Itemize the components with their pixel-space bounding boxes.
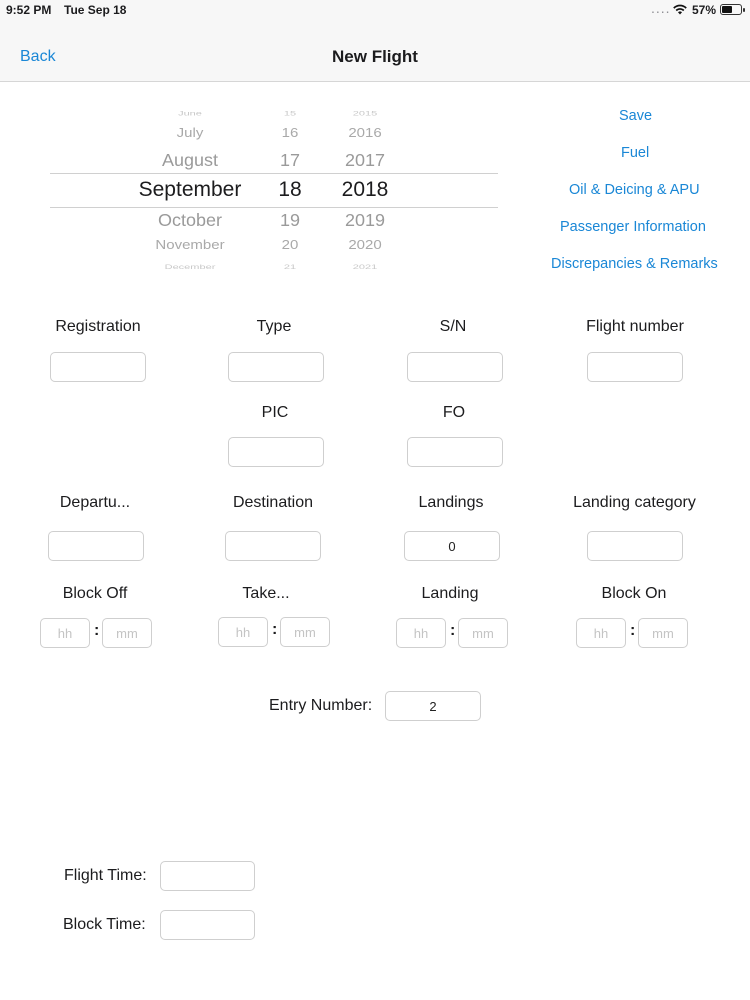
departure-label: Departu... bbox=[59, 494, 131, 511]
sn-field[interactable] bbox=[407, 352, 503, 382]
new-flight-screen: 9:52 PM Tue Sep 18 .... 57% Back New Fli… bbox=[0, 0, 750, 1000]
block-off-mm-field[interactable] bbox=[102, 618, 152, 648]
block-on-separator: : bbox=[630, 622, 636, 639]
takeoff-separator: : bbox=[272, 621, 278, 638]
picker-row[interactable]: August 17 2017 bbox=[50, 151, 500, 178]
pic-field[interactable] bbox=[228, 437, 324, 467]
picker-month: June bbox=[178, 110, 202, 117]
picker-year: 2017 bbox=[344, 150, 386, 170]
picker-month: November bbox=[155, 238, 225, 253]
picker-row[interactable]: December 21 2021 bbox=[50, 264, 500, 279]
destination-label: Destination bbox=[232, 494, 314, 511]
picker-selection-bottom-line bbox=[50, 207, 498, 208]
registration-field[interactable] bbox=[50, 352, 146, 382]
wifi-icon bbox=[673, 4, 687, 15]
flight-time-field[interactable] bbox=[160, 861, 255, 891]
block-off-hh-field[interactable] bbox=[40, 618, 90, 648]
status-date: Tue Sep 18 bbox=[64, 3, 127, 17]
block-off-separator: : bbox=[94, 622, 100, 639]
picker-day: 20 bbox=[281, 238, 299, 253]
status-bar: 9:52 PM Tue Sep 18 .... 57% bbox=[0, 0, 750, 20]
flight-number-label: Flight number bbox=[586, 318, 684, 335]
picker-month: July bbox=[176, 126, 204, 141]
status-time: 9:52 PM bbox=[6, 3, 52, 17]
takeoff-hh-field[interactable] bbox=[218, 617, 268, 647]
date-picker[interactable]: June 15 2015 July 16 2016 August 17 2017 Septembe… bbox=[50, 100, 500, 280]
fo-label: FO bbox=[442, 404, 466, 421]
block-on-mm-field[interactable] bbox=[638, 618, 688, 648]
block-off-label: Block Off bbox=[62, 585, 128, 602]
picker-day: 15 bbox=[283, 110, 297, 117]
departure-field[interactable] bbox=[48, 531, 144, 561]
takeoff-mm-field[interactable] bbox=[280, 617, 330, 647]
landing-category-label: Landing category bbox=[573, 494, 696, 511]
picker-month: September bbox=[138, 178, 242, 201]
picker-row[interactable]: June 15 2015 bbox=[50, 110, 500, 125]
picker-row[interactable]: October 19 2019 bbox=[50, 211, 500, 238]
fo-field[interactable] bbox=[407, 437, 503, 467]
landing-hh-field[interactable] bbox=[396, 618, 446, 648]
block-time-label: Block Time: bbox=[63, 916, 146, 933]
takeoff-label: Take... bbox=[242, 585, 290, 602]
landing-mm-field[interactable] bbox=[458, 618, 508, 648]
picker-month: October bbox=[157, 210, 223, 230]
oil-deicing-apu-link[interactable]: Oil & Deicing & APU bbox=[569, 182, 700, 198]
save-button[interactable]: Save bbox=[619, 108, 652, 124]
picker-year: 2020 bbox=[348, 238, 382, 253]
battery-level bbox=[722, 6, 732, 13]
picker-day: 16 bbox=[281, 126, 299, 141]
navigation-bar: Back New Flight bbox=[0, 20, 750, 82]
page-title: New Flight bbox=[332, 47, 418, 66]
sn-label: S/N bbox=[439, 318, 467, 335]
landing-time-label: Landing bbox=[421, 585, 479, 602]
type-field[interactable] bbox=[228, 352, 324, 382]
picker-month: August bbox=[161, 150, 219, 170]
picker-day: 18 bbox=[278, 178, 302, 201]
registration-label: Registration bbox=[55, 318, 141, 335]
landings-field[interactable] bbox=[404, 531, 500, 561]
flight-number-field[interactable] bbox=[587, 352, 683, 382]
discrepancies-remarks-link[interactable]: Discrepancies & Remarks bbox=[551, 256, 718, 272]
picker-month: December bbox=[164, 264, 216, 271]
picker-year: 2016 bbox=[348, 126, 382, 141]
pic-label: PIC bbox=[261, 404, 289, 421]
landings-label: Landings bbox=[418, 494, 484, 511]
fuel-link[interactable]: Fuel bbox=[621, 145, 649, 161]
type-label: Type bbox=[256, 318, 292, 335]
picker-year: 2021 bbox=[352, 264, 378, 271]
signal-dots: .... bbox=[651, 0, 671, 16]
picker-day: 19 bbox=[279, 210, 301, 230]
landing-separator: : bbox=[450, 622, 456, 639]
entry-number-field[interactable] bbox=[385, 691, 481, 721]
picker-day: 21 bbox=[283, 264, 297, 271]
picker-year: 2018 bbox=[341, 178, 389, 201]
landing-category-field[interactable] bbox=[587, 531, 683, 561]
destination-field[interactable] bbox=[225, 531, 321, 561]
entry-number-label: Entry Number: bbox=[269, 697, 373, 714]
flight-time-label: Flight Time: bbox=[64, 867, 147, 884]
picker-row-selected[interactable]: September 18 2018 bbox=[50, 178, 500, 206]
picker-year: 2019 bbox=[344, 210, 386, 230]
picker-row[interactable]: November 20 2020 bbox=[50, 238, 500, 262]
picker-day: 17 bbox=[279, 150, 301, 170]
battery-percent: 57% bbox=[692, 3, 717, 17]
picker-row[interactable]: July 16 2016 bbox=[50, 126, 500, 150]
block-on-hh-field[interactable] bbox=[576, 618, 626, 648]
battery-icon bbox=[720, 4, 745, 15]
passenger-information-link[interactable]: Passenger Information bbox=[560, 219, 706, 235]
picker-year: 2015 bbox=[352, 110, 378, 117]
block-on-label: Block On bbox=[601, 585, 667, 602]
block-time-field[interactable] bbox=[160, 910, 255, 940]
